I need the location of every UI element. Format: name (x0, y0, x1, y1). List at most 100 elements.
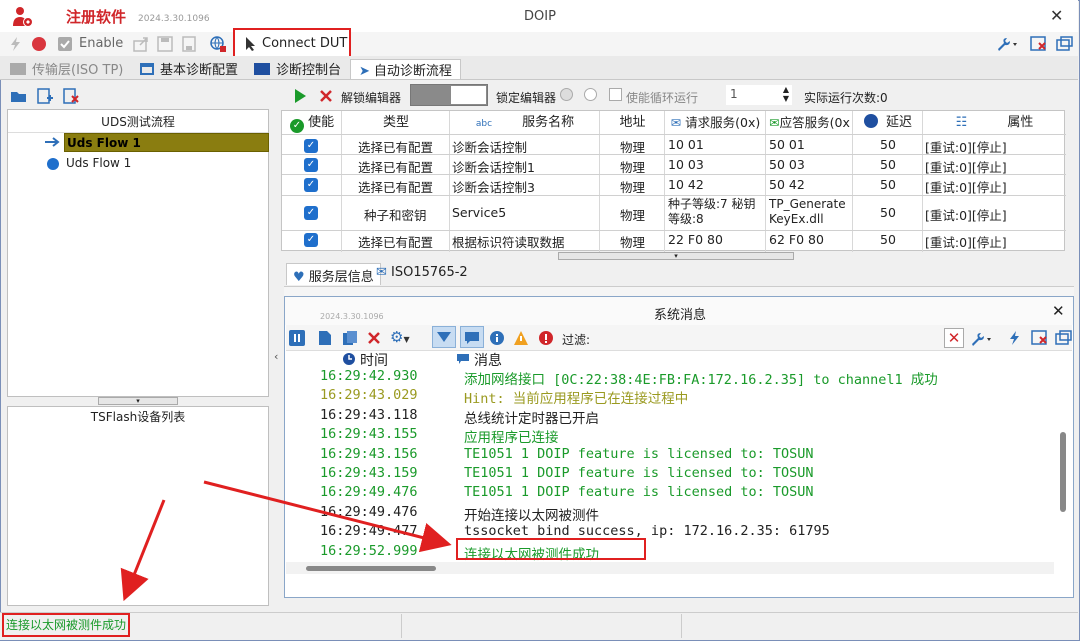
add-flow-icon[interactable] (36, 88, 54, 104)
table-cell-name: Service5 (452, 205, 507, 220)
lightning-icon[interactable] (8, 36, 24, 52)
arrow-right-icon (45, 137, 60, 147)
row-enable-checkbox[interactable]: ✓ (304, 178, 318, 192)
tsflash-device-header: TSFlash设备列表 (90, 410, 186, 424)
save-icon[interactable] (157, 36, 173, 52)
uds-flow-header: UDS测试流程 (8, 111, 268, 133)
error-icon[interactable] (538, 330, 554, 346)
log-vertical-scrollbar[interactable] (1060, 432, 1066, 512)
tab-auto-diag-flow[interactable]: ➤ 自动诊断流程 (350, 59, 461, 79)
col-header-address[interactable]: 地址 (600, 111, 665, 135)
loop-checkbox[interactable] (609, 88, 622, 101)
table-cell-resp: 50 03 (769, 157, 805, 172)
table-cell-delay: 50 (880, 177, 896, 192)
tab-diag-console[interactable]: 诊断控制台 (254, 59, 341, 79)
clear-icon[interactable] (367, 331, 381, 345)
save-as-icon[interactable] (182, 36, 198, 52)
checkbox-icon[interactable] (57, 36, 73, 52)
sysmsg-version: 2024.3.30.1096 (320, 312, 384, 321)
col-header-response[interactable]: ✉应答服务(0x (766, 111, 853, 135)
filter-clear-button[interactable]: ✕ (944, 328, 964, 348)
row-enable-checkbox[interactable]: ✓ (304, 158, 318, 172)
col-header-attr[interactable]: ☷ 属性 (923, 111, 1066, 135)
table-cell-name: 根据标识符读取数据 (452, 235, 565, 250)
log-message: 应用程序已连接 (464, 430, 559, 447)
pause-icon[interactable] (289, 330, 305, 346)
log-message: Hint: 当前应用程序已在连接过程中 (464, 391, 689, 408)
document-icon[interactable] (318, 330, 332, 346)
log-horizontal-scrollbar[interactable] (306, 566, 436, 571)
window-close-icon[interactable] (1030, 36, 1048, 52)
lock-editor-label: 锁定编辑器 (496, 91, 557, 105)
lock-radio[interactable] (560, 88, 573, 101)
open-folder-icon[interactable] (10, 88, 28, 104)
close-window-button[interactable]: ✕ (1050, 6, 1063, 25)
table-cell-addr: 物理 (620, 160, 646, 175)
cursor-icon (246, 37, 255, 51)
check-circle-icon: ✓ (289, 119, 304, 133)
collapse-left-button[interactable]: ‹ (274, 350, 278, 363)
tsflash-device-panel (7, 406, 269, 606)
flow-item-selected[interactable]: Uds Flow 1 (64, 133, 269, 152)
col-header-request[interactable]: ✉ 请求服务(0x) (665, 111, 766, 135)
col-header-enable[interactable]: ✓ 使能 (282, 111, 342, 135)
lightning-icon[interactable] (1008, 330, 1020, 346)
log-message: tssocket bind success, ip: 172.16.2.35: … (464, 523, 830, 540)
info-icon[interactable] (489, 330, 505, 346)
toggle-knob (451, 86, 486, 104)
sysmsg-close-button[interactable]: ✕ (1052, 302, 1065, 320)
col-header-type[interactable]: 类型 (342, 111, 450, 135)
loop-count-spinner[interactable]: ▲ ▼ (780, 85, 792, 105)
settings-gear-icon[interactable]: ⚙▼ (390, 328, 410, 346)
row-enable-checkbox[interactable]: ✓ (304, 233, 318, 247)
col-header-service-name[interactable]: abc 服务名称 (450, 111, 600, 135)
table-cell-req: 10 01 (668, 137, 704, 152)
copy-icon[interactable] (342, 330, 358, 346)
clock-icon (343, 353, 355, 365)
table-cell-delay: 50 (880, 232, 896, 247)
status-message: 连接以太网被测件成功 (2, 613, 130, 637)
window-title: DOIP (524, 9, 556, 24)
tab-service-layer[interactable]: ♥ 服务层信息 (286, 263, 381, 285)
unlock-radio[interactable] (584, 88, 597, 101)
splitter-handle[interactable]: ▾ (98, 397, 178, 405)
status-cell (132, 614, 402, 638)
row-enable-checkbox[interactable]: ✓ (304, 206, 318, 220)
keyboard-icon (10, 63, 26, 75)
triangle-down-icon (437, 332, 451, 342)
tab-iso15765[interactable]: ✉ ISO15765-2 (376, 265, 468, 287)
editor-lock-toggle[interactable] (410, 84, 488, 106)
wrench-dropdown-icon[interactable] (970, 331, 992, 347)
window-close-icon[interactable] (1031, 330, 1049, 346)
table-cell-addr: 物理 (620, 180, 646, 195)
log-time: 16:29:43.156 (320, 445, 418, 462)
record-icon[interactable] (31, 36, 47, 52)
tab-transport-layer[interactable]: 传输层(ISO TP) (10, 59, 123, 79)
wrench-dropdown-icon[interactable] (996, 36, 1018, 52)
table-cell-req: 10 03 (668, 157, 704, 172)
log-message: TE1051 1 DOIP feature is licensed to: TO… (464, 445, 814, 462)
log-message: 开始连接以太网被测件 (464, 507, 599, 524)
status-cell (402, 614, 682, 638)
table-cell-type: 选择已有配置 (358, 180, 434, 195)
delete-flow-icon[interactable] (62, 88, 80, 104)
stop-icon[interactable] (318, 88, 334, 104)
play-icon[interactable] (292, 88, 308, 104)
enable-button[interactable]: Enable (79, 36, 123, 51)
mail-icon: ✉ (670, 115, 682, 130)
app-version: 2024.3.30.1096 (138, 14, 210, 24)
warning-icon[interactable] (513, 330, 529, 346)
flow-item[interactable]: Uds Flow 1 (66, 156, 131, 170)
window-restore-icon[interactable] (1056, 36, 1074, 52)
table-cell-addr: 物理 (620, 235, 646, 250)
col-header-delay[interactable]: 延迟 (853, 111, 923, 135)
window-icon (140, 63, 154, 75)
grid-splitter-handle[interactable]: ▾ (558, 252, 794, 260)
window-restore-icon[interactable] (1055, 330, 1073, 346)
export-icon[interactable] (133, 36, 149, 52)
uds-flow-panel (7, 109, 269, 397)
row-enable-checkbox[interactable]: ✓ (304, 139, 318, 153)
tab-basic-diag-config[interactable]: 基本诊断配置 (140, 59, 238, 79)
table-cell-req: 种子等级:7 秘钥等级:8 (668, 197, 756, 226)
network-lock-icon[interactable] (210, 36, 226, 52)
